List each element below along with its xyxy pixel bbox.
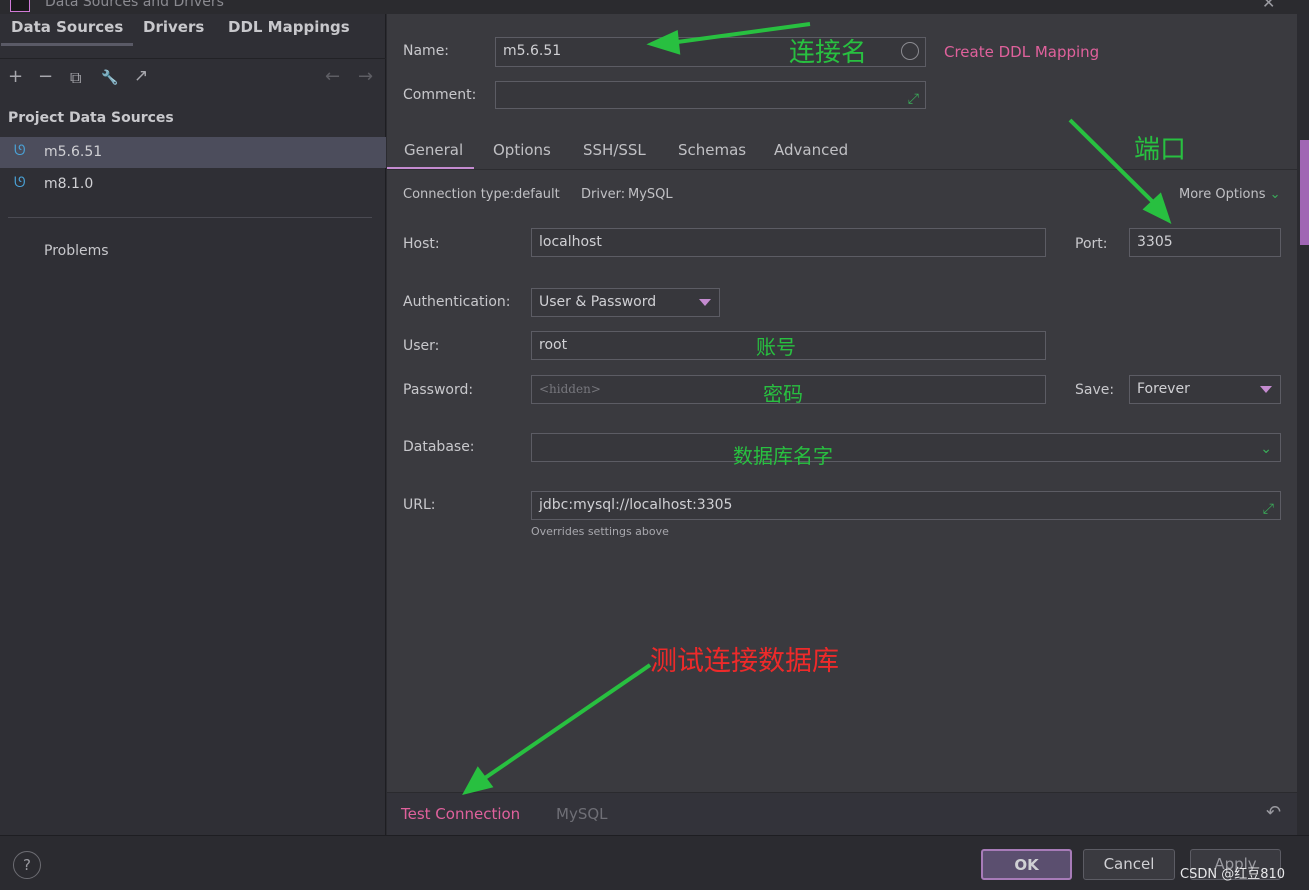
mysql-icon: ᘎ	[14, 175, 26, 191]
annotation-connection-name: 连接名	[789, 38, 868, 68]
tree-separator	[8, 217, 372, 218]
test-connection-link[interactable]: Test Connection	[401, 805, 520, 823]
create-ddl-mapping-link[interactable]: Create DDL Mapping	[944, 43, 1099, 61]
remove-icon[interactable]: −	[38, 66, 53, 87]
url-value: jdbc:mysql://localhost:3305	[539, 497, 733, 513]
revert-icon[interactable]: ↶	[1266, 802, 1281, 823]
host-label: Host:	[403, 236, 440, 252]
color-circle-icon[interactable]	[901, 42, 919, 60]
comment-input[interactable]: ⤢	[495, 81, 926, 109]
name-label: Name:	[403, 43, 450, 59]
expand-icon[interactable]: ⤢	[908, 86, 919, 112]
problems-item[interactable]: Problems	[44, 243, 109, 259]
tree-item-m5-6-51[interactable]: ᘎ m5.6.51	[0, 137, 386, 168]
driver-link[interactable]: MySQL	[556, 805, 608, 823]
wrench-icon[interactable]: 🔧	[101, 70, 118, 86]
title-bar: Data Sources and Drivers ✕	[0, 0, 1309, 14]
database-select[interactable]: ⌄	[531, 433, 1281, 462]
tree-item-label: m8.1.0	[44, 176, 94, 192]
authentication-select[interactable]: User & Password	[531, 288, 720, 317]
more-options-link[interactable]: More Options ⌄	[1179, 187, 1281, 202]
connection-type-value[interactable]: default	[514, 187, 560, 202]
tab-data-sources[interactable]: Data Sources	[0, 18, 134, 46]
left-tabs-divider	[0, 58, 386, 59]
goto-icon[interactable]: ↗	[134, 66, 148, 86]
tab-ddl-mappings[interactable]: DDL Mappings	[228, 18, 350, 36]
bottom-bar	[387, 792, 1297, 835]
tab-drivers[interactable]: Drivers	[143, 18, 204, 36]
authentication-label: Authentication:	[403, 294, 511, 310]
section-project-data-sources: Project Data Sources	[8, 110, 174, 126]
tab-general[interactable]: General	[386, 141, 475, 170]
more-options-label: More Options	[1179, 187, 1266, 202]
dropdown-caret-icon	[699, 299, 711, 306]
chevron-down-icon: ⌄	[1260, 441, 1272, 457]
save-select[interactable]: Forever	[1129, 375, 1281, 404]
help-icon[interactable]: ?	[13, 851, 41, 879]
tab-options[interactable]: Options	[493, 141, 551, 159]
driver-value[interactable]: MySQL	[628, 187, 673, 202]
user-label: User:	[403, 338, 440, 354]
annotation-port: 端口	[1134, 135, 1187, 165]
watermark: CSDN @红豆810	[1180, 867, 1286, 882]
tabs-divider	[387, 169, 1297, 170]
window-title: Data Sources and Drivers	[45, 0, 224, 10]
save-label: Save:	[1075, 382, 1115, 398]
driver-label: Driver:	[581, 187, 626, 202]
annotation-database-name: 数据库名字	[733, 444, 833, 468]
tree-item-m8-1-0[interactable]: ᘎ m8.1.0	[0, 169, 386, 200]
app-icon	[10, 0, 30, 12]
tab-advanced[interactable]: Advanced	[774, 141, 848, 159]
annotation-password: 密码	[763, 382, 803, 406]
back-arrow-icon[interactable]: ←	[325, 66, 340, 87]
port-input[interactable]: 3305	[1129, 228, 1281, 257]
mysql-icon: ᘎ	[14, 143, 26, 159]
database-label: Database:	[403, 439, 475, 455]
copy-icon[interactable]: ⧉	[70, 68, 81, 88]
tab-schemas[interactable]: Schemas	[678, 141, 746, 159]
url-hint: Overrides settings above	[531, 525, 669, 538]
forward-arrow-icon[interactable]: →	[358, 66, 373, 87]
cancel-button[interactable]: Cancel	[1083, 849, 1175, 880]
connection-type-label: Connection type:	[403, 187, 515, 202]
expand-icon[interactable]: ⤢	[1263, 496, 1274, 522]
chevron-down-icon: ⌄	[1269, 187, 1281, 202]
scrollbar-track	[1297, 14, 1309, 835]
ok-button[interactable]: OK	[981, 849, 1072, 880]
tree-item-label: m5.6.51	[44, 144, 103, 160]
dropdown-caret-icon	[1260, 386, 1272, 393]
annotation-account: 账号	[756, 335, 796, 359]
port-label: Port:	[1075, 236, 1108, 252]
host-input[interactable]: localhost	[531, 228, 1046, 257]
comment-label: Comment:	[403, 87, 477, 103]
save-value: Forever	[1137, 381, 1190, 397]
annotation-test-connection: 测试连接数据库	[650, 646, 839, 677]
password-label: Password:	[403, 382, 474, 398]
add-icon[interactable]: +	[8, 66, 23, 87]
close-icon[interactable]: ✕	[1262, 0, 1275, 12]
url-input[interactable]: jdbc:mysql://localhost:3305 ⤢	[531, 491, 1281, 520]
url-label: URL:	[403, 497, 436, 513]
name-value: m5.6.51	[503, 43, 562, 59]
authentication-value: User & Password	[539, 294, 657, 310]
tab-ssh-ssl[interactable]: SSH/SSL	[583, 141, 646, 159]
scrollbar-thumb[interactable]	[1300, 140, 1309, 245]
